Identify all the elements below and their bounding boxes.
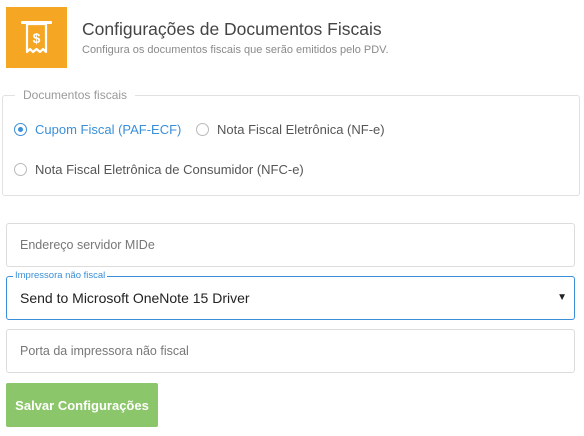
header-icon-tile: $ xyxy=(6,7,67,68)
radio-option-paf-ecf[interactable]: Cupom Fiscal (PAF-ECF) xyxy=(14,122,181,137)
radio-label-nfce: Nota Fiscal Eletrônica de Consumidor (NF… xyxy=(35,162,304,177)
radio-button[interactable] xyxy=(196,123,209,136)
printer-port-field[interactable] xyxy=(6,329,575,373)
save-settings-button[interactable]: Salvar Configurações xyxy=(6,383,158,427)
printer-port-input[interactable] xyxy=(7,330,574,372)
dropdown-arrow-icon[interactable]: ▼ xyxy=(557,292,567,303)
svg-text:$: $ xyxy=(33,30,41,46)
radio-option-nfe[interactable]: Nota Fiscal Eletrônica (NF-e) xyxy=(196,122,385,137)
radio-label-nfe: Nota Fiscal Eletrônica (NF-e) xyxy=(217,122,385,137)
mide-server-field[interactable] xyxy=(6,223,575,267)
mide-server-input[interactable] xyxy=(7,224,574,266)
radio-button[interactable] xyxy=(14,163,27,176)
radio-label-paf-ecf: Cupom Fiscal (PAF-ECF) xyxy=(35,122,182,137)
receipt-dollar-icon: $ xyxy=(21,21,52,54)
radio-button-checked[interactable] xyxy=(14,123,27,136)
page-header: $ Configurações de Documentos Fiscais Co… xyxy=(6,7,578,68)
radio-option-nfce[interactable]: Nota Fiscal Eletrônica de Consumidor (NF… xyxy=(14,162,304,177)
printer-select[interactable]: Impressora não fiscal Send to Microsoft … xyxy=(6,270,575,320)
documents-legend: Documentos fiscais xyxy=(15,88,136,102)
documents-fieldset: Documentos fiscais Cupom Fiscal (PAF-ECF… xyxy=(2,88,580,196)
page-title: Configurações de Documentos Fiscais xyxy=(82,19,382,39)
page-subtitle: Configura os documentos fiscais que serã… xyxy=(82,44,389,56)
printer-select-value[interactable]: Send to Microsoft OneNote 15 Driver xyxy=(20,290,250,306)
printer-select-label: Impressora não fiscal xyxy=(13,270,108,281)
